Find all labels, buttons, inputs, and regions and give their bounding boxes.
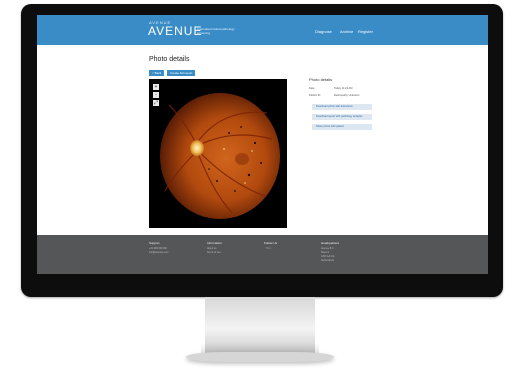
footer-email[interactable]: info@avenue.com (149, 251, 168, 254)
footer-hq-line: Street 1 (321, 251, 330, 254)
footer-hq-heading: Headquarters (321, 241, 340, 245)
patient-value: Retinopathy Unknown (334, 94, 360, 97)
brand-logo[interactable]: AVENUE (148, 24, 202, 38)
footer-hq-line: Avenue B.V. (321, 247, 335, 250)
nav-register[interactable]: Register (358, 29, 373, 34)
page-title: Photo details (149, 56, 190, 63)
footer-information-heading: Information (207, 241, 223, 245)
app-footer: Support +31 000 000 000 info@avenue.com … (37, 235, 488, 274)
back-button[interactable]: < Back (149, 70, 165, 76)
share-photo-button[interactable]: Share photo with patient (312, 124, 372, 130)
nav-archive[interactable]: Archive (340, 29, 353, 34)
create-report-button[interactable]: Create full report (167, 70, 196, 76)
info-heading: Photo details (309, 77, 333, 82)
footer-support-heading: Support (149, 241, 160, 245)
app-screen: AVENUE AVENUE Automated retinal patholog… (37, 15, 488, 274)
zoom-in-icon[interactable]: + (153, 84, 159, 90)
date-value: Today 11:24 AM (334, 87, 353, 90)
download-report-button[interactable]: Download report with pathology analysis (312, 114, 372, 120)
date-label: Date (309, 87, 315, 90)
monitor-stand (201, 297, 319, 355)
footer-terms-link[interactable]: Terms of use (207, 251, 221, 254)
optic-disc (190, 140, 204, 156)
patient-label: Patient ID (309, 94, 321, 97)
footer-hq-line: 1000 AA City (321, 255, 335, 258)
download-photo-button[interactable]: Download photo with detections (312, 104, 372, 110)
nav-diagnose[interactable]: Diagnose (315, 29, 332, 34)
footer-hq-line: Netherlands (321, 259, 334, 262)
photo-viewer[interactable]: + - ⤢ (149, 79, 287, 228)
brand-tagline: Automated retinal pathology screening (197, 27, 235, 35)
footer-follow-heading: Follow Us (264, 241, 278, 245)
footer-social-icons[interactable]: f t in (266, 247, 271, 250)
footer-phone[interactable]: +31 000 000 000 (149, 247, 167, 250)
footer-about-link[interactable]: About us (207, 247, 216, 250)
app-header: AVENUE AVENUE Automated retinal patholog… (37, 15, 488, 45)
fundus-photo (160, 93, 280, 219)
monitor-base (186, 352, 334, 362)
